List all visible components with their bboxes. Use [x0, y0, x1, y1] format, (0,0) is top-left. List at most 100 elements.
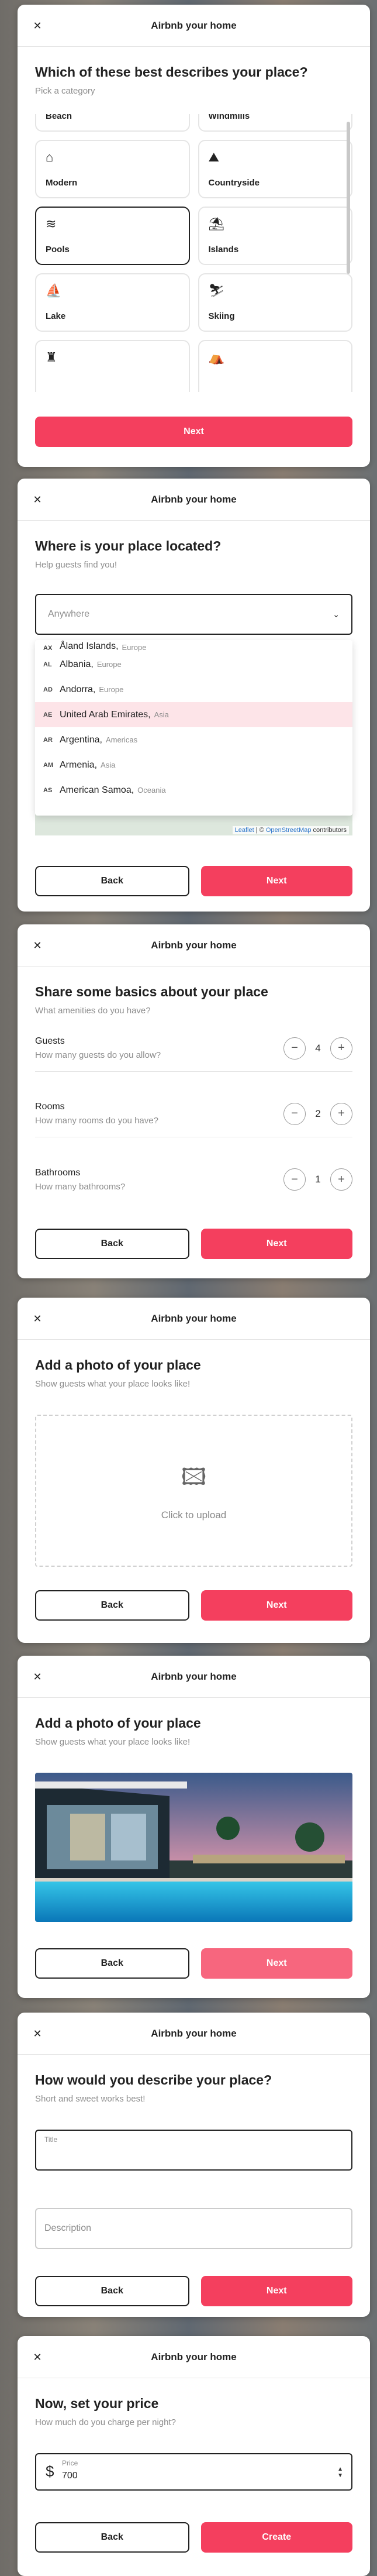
category-camping[interactable]: ⛺ — [198, 340, 352, 392]
country-region: Asia — [101, 761, 116, 769]
page-subtitle: How much do you charge per night? — [35, 2417, 176, 2427]
page-title: How would you describe your place? — [35, 2072, 272, 2087]
chevron-down-icon[interactable]: ⌄ — [333, 610, 340, 620]
country-region: Americas — [105, 735, 138, 744]
leaflet-link[interactable]: Leaflet — [235, 827, 254, 834]
decrement-button[interactable]: − — [283, 1037, 306, 1060]
country-option[interactable]: AL Albania, Europe — [35, 652, 352, 677]
mountain-icon: ⛰ — [208, 150, 219, 164]
category-pools[interactable]: ≋ Pools — [35, 207, 190, 265]
country-option-highlighted[interactable]: AE United Arab Emirates, Asia — [35, 702, 352, 727]
close-icon[interactable]: ✕ — [30, 1312, 44, 1326]
country-name: Albania, — [60, 659, 94, 669]
camping-icon: ⛺ — [208, 350, 224, 364]
back-button[interactable]: Back — [35, 2276, 189, 2306]
category-islands[interactable]: ⛱ Islands — [198, 207, 352, 265]
category-label: Modern — [46, 178, 78, 188]
number-spinner[interactable]: ▲ ▼ — [337, 2466, 343, 2479]
price-input[interactable]: $ Price 700 ▲ ▼ — [35, 2453, 352, 2491]
increment-button[interactable]: + — [330, 1102, 352, 1125]
next-button[interactable]: Next — [200, 1948, 352, 1979]
counter-value: 2 — [315, 1108, 321, 1119]
description-placeholder: Description — [44, 2223, 92, 2233]
counter-subtitle: How many bathrooms? — [35, 1181, 126, 1192]
page-title: Where is your place located? — [35, 538, 222, 553]
category-windmills[interactable]: ✢Windmills — [198, 114, 352, 132]
decrement-button[interactable]: − — [283, 1102, 306, 1125]
country-code: AL — [43, 661, 52, 668]
modal-title: Airbnb your home — [151, 2027, 237, 2039]
back-button[interactable]: Back — [35, 1229, 189, 1259]
close-icon[interactable]: ✕ — [30, 1670, 44, 1684]
page-title: Now, set your price — [35, 2396, 159, 2411]
category-lake[interactable]: ⛵ Lake — [35, 273, 190, 332]
spin-up-icon[interactable]: ▲ — [337, 2466, 343, 2472]
guests-counter: Guests How many guests do you allow? −4 + — [35, 1025, 352, 1072]
back-button[interactable]: Back — [35, 1948, 189, 1979]
country-option[interactable]: AD Andorra, Europe — [35, 677, 352, 702]
price-value[interactable]: 700 — [62, 2471, 343, 2481]
close-icon[interactable]: ✕ — [30, 2027, 44, 2041]
back-button[interactable]: Back — [35, 2522, 189, 2553]
category-beach[interactable]: ⛱Beach — [35, 114, 190, 132]
country-option[interactable]: AR Argentina, Americas — [35, 727, 352, 752]
counter-value: 1 — [315, 1174, 321, 1185]
category-castles[interactable]: ♜ — [35, 340, 190, 392]
modal-header: ✕ Airbnb your home — [18, 924, 370, 967]
country-option[interactable]: AX Åland Islands, Europe — [35, 640, 352, 652]
back-button[interactable]: Back — [35, 866, 189, 896]
country-name: Armenia, — [60, 759, 98, 770]
scrollbar[interactable] — [347, 122, 350, 274]
dollar-icon: $ — [46, 2462, 54, 2480]
location-modal: ✕ Airbnb your home Where is your place l… — [18, 479, 370, 912]
country-option[interactable]: AM Armenia, Asia — [35, 752, 352, 778]
decrement-button[interactable]: − — [283, 1168, 306, 1191]
category-label: Countryside — [208, 178, 260, 188]
category-list[interactable]: ⛱Beach ✢Windmills ⌂Modern ⛰ Countryside ≋… — [35, 114, 352, 392]
price-label: Price — [62, 2459, 78, 2467]
bathrooms-counter: Bathrooms How many bathrooms? −1 + — [35, 1156, 352, 1203]
next-button[interactable]: Next — [200, 866, 352, 896]
country-option[interactable]: AS American Samoa, Oceania — [35, 778, 352, 803]
page-subtitle: Help guests find you! — [35, 560, 117, 570]
select-placeholder: Anywhere — [48, 609, 90, 619]
country-name: Andorra, — [60, 684, 96, 694]
island-icon: ⛱ — [208, 216, 225, 231]
image-upload-icon: 🖾 — [181, 1464, 207, 1490]
country-dropdown[interactable]: AX Åland Islands, Europe AL Albania, Europe … — [35, 640, 352, 816]
counter-subtitle: How many guests do you allow? — [35, 1050, 161, 1060]
create-button[interactable]: Create — [200, 2522, 352, 2553]
category-skiing[interactable]: ⛷ Skiing — [198, 273, 352, 332]
upload-dropzone[interactable]: 🖾 Click to upload — [35, 1415, 352, 1567]
modal-header: ✕ Airbnb your home — [18, 479, 370, 521]
country-name: Argentina, — [60, 734, 102, 745]
upload-modal: ✕ Airbnb your home Add a photo of your p… — [18, 1298, 370, 1643]
close-icon[interactable]: ✕ — [30, 938, 44, 952]
next-button[interactable]: Next — [200, 1229, 352, 1259]
next-button[interactable]: Next — [200, 2276, 352, 2306]
country-code: AE — [43, 711, 53, 718]
uploaded-photo[interactable] — [35, 1773, 352, 1922]
increment-button[interactable]: + — [330, 1037, 352, 1060]
description-input[interactable]: Description — [35, 2208, 352, 2249]
page-title: Which of these best describes your place… — [35, 64, 308, 80]
title-input[interactable]: Title — [35, 2130, 352, 2171]
page-title: Add a photo of your place — [35, 1357, 201, 1373]
back-button[interactable]: Back — [35, 1590, 189, 1621]
country-code: AD — [43, 686, 53, 693]
next-button[interactable]: Next — [200, 1590, 352, 1621]
castle-icon: ♜ — [46, 350, 57, 364]
close-icon[interactable]: ✕ — [30, 493, 44, 507]
close-icon[interactable]: ✕ — [30, 19, 44, 33]
next-button[interactable]: Next — [35, 417, 352, 447]
category-modern[interactable]: ⌂ Modern — [35, 140, 190, 198]
osm-link[interactable]: OpenStreetMap — [266, 827, 312, 834]
modal-header: ✕ Airbnb your home — [18, 2336, 370, 2378]
increment-button[interactable]: + — [330, 1168, 352, 1191]
country-select[interactable]: Anywhere ⌄ — [35, 594, 352, 635]
modal-title: Airbnb your home — [151, 939, 237, 951]
close-icon[interactable]: ✕ — [30, 2350, 44, 2364]
spin-down-icon[interactable]: ▼ — [337, 2472, 343, 2479]
category-label: Pools — [46, 245, 70, 254]
category-countryside[interactable]: ⛰ Countryside — [198, 140, 352, 198]
